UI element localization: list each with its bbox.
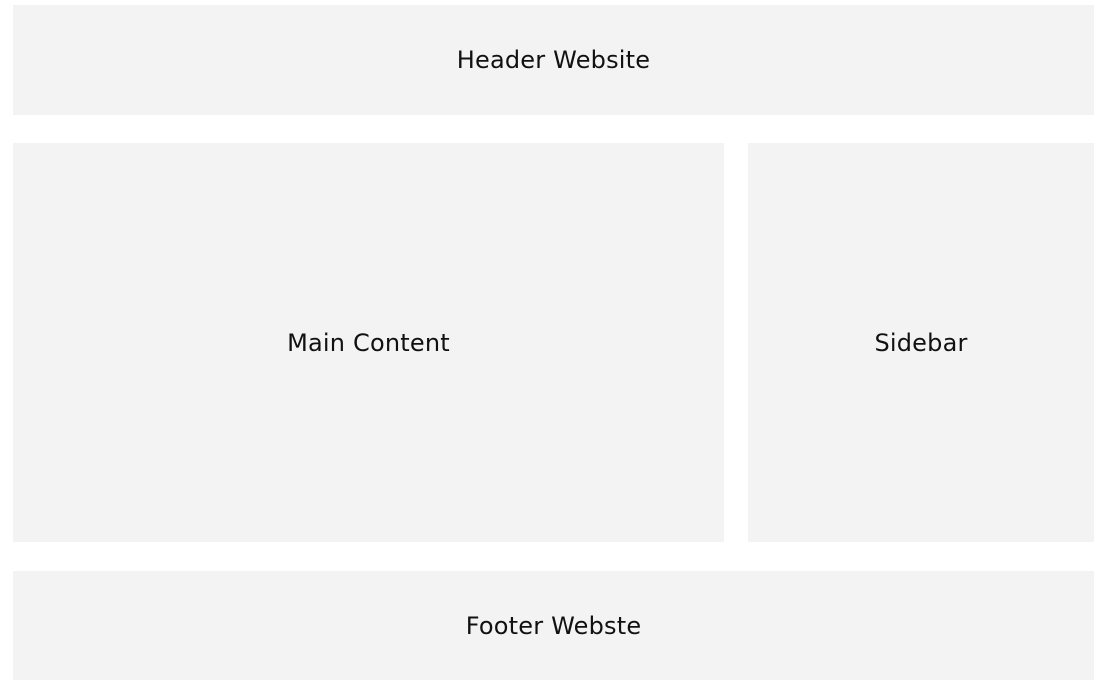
footer-block: Footer Webste <box>13 571 1094 680</box>
layout-diagram: Header Website Main Content Sidebar Foot… <box>0 0 1094 680</box>
sidebar-label: Sidebar <box>874 328 968 357</box>
header-block: Header Website <box>13 5 1094 115</box>
footer-label: Footer Webste <box>465 611 642 640</box>
main-content-label: Main Content <box>287 328 450 357</box>
sidebar-block: Sidebar <box>748 143 1094 542</box>
header-label: Header Website <box>456 46 651 74</box>
main-content-block: Main Content <box>13 143 724 542</box>
